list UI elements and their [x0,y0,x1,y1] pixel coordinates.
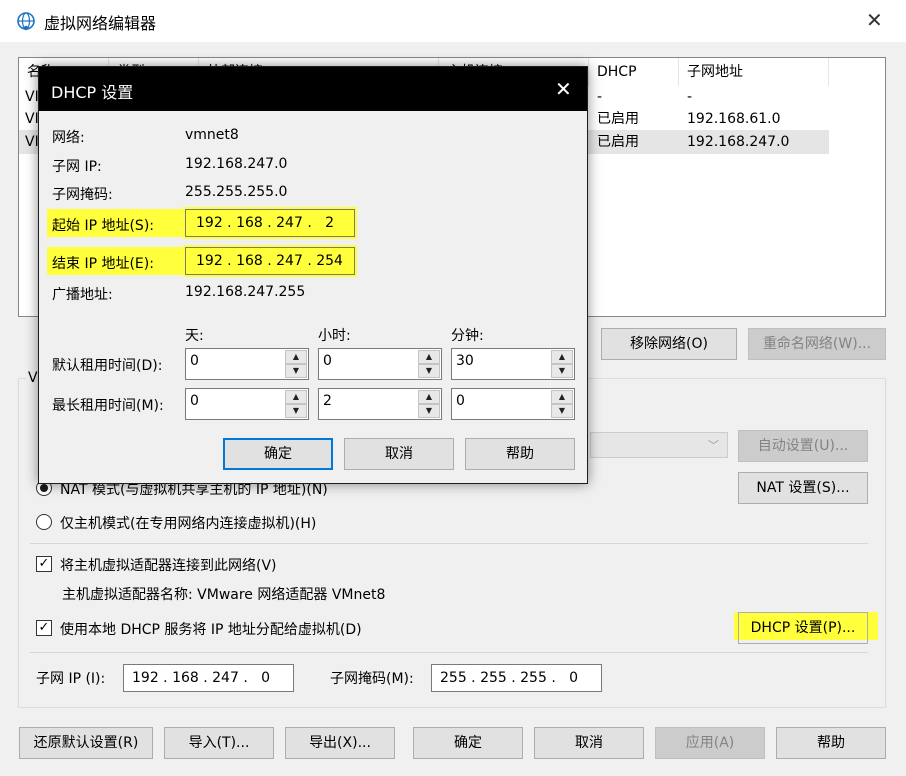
row-dhcp[interactable]: 已启用 [597,131,639,153]
export-button[interactable]: 导出(X)... [285,727,395,759]
spinner-value: 0 [323,353,332,369]
auto-settings-button[interactable]: 自动设置(U)... [738,430,868,462]
dialog-cancel-button[interactable]: 取消 [344,438,454,470]
restore-defaults-button[interactable]: 还原默认设置(R) [19,727,153,759]
default-lease-minutes-spinner[interactable]: 30 ▲ ▼ [451,348,575,380]
row-name[interactable]: VI [25,108,39,130]
use-dhcp-checkbox[interactable]: ✓ [36,620,52,636]
cancel-button[interactable]: 取消 [534,727,644,759]
network-label: 网络: [52,130,85,146]
end-ip-label: 结束 IP 地址(E): [52,256,154,272]
checkmark-icon: ✓ [38,620,50,635]
subnet-ip-input[interactable]: 192 . 168 . 247 . 0 [123,664,294,692]
subnet-ip-label: 子网 IP (I): [36,671,106,687]
dialog-title: DHCP 设置 [51,83,134,102]
arrow-down-icon[interactable]: ▼ [551,404,573,418]
row-subnet[interactable]: 192.168.247.0 [687,131,789,153]
column-header-dhcp[interactable]: DHCP [589,58,679,86]
spinner-value: 0 [190,393,199,409]
subnet-ip-value: 192.168.247.0 [185,156,288,172]
row-subnet[interactable]: 192.168.61.0 [687,108,781,130]
dhcp-settings-dialog: DHCP 设置 ✕ 网络: vmnet8 子网 IP: 192.168.247.… [38,66,588,484]
default-lease-days-spinner[interactable]: 0 ▲ ▼ [185,348,309,380]
divider [30,543,868,544]
hours-label: 小时: [318,328,351,344]
arrow-down-icon[interactable]: ▼ [551,364,573,378]
arrow-up-icon[interactable]: ▲ [418,350,440,364]
row-dhcp[interactable]: 已启用 [597,108,639,130]
host-only-radio[interactable] [36,514,52,530]
virtual-network-editor-window: 虚拟网络编辑器 ✕ 名称 类型 外部连接 主机连接 DHCP 子网地址 VI V… [0,0,906,776]
max-lease-days-spinner[interactable]: 0 ▲ ▼ [185,388,309,420]
spinner-value: 0 [456,393,465,409]
help-button[interactable]: 帮助 [776,727,886,759]
subnet-ip-label: 子网 IP: [52,159,102,175]
globe-icon [17,12,35,31]
broadcast-value: 192.168.247.255 [185,284,306,300]
default-lease-label: 默认租用时间(D): [52,358,163,374]
arrow-up-icon[interactable]: ▲ [285,390,307,404]
arrow-up-icon[interactable]: ▲ [418,390,440,404]
max-lease-minutes-spinner[interactable]: 0 ▲ ▼ [451,388,575,420]
arrow-up-icon[interactable]: ▲ [551,350,573,364]
max-lease-label: 最长租用时间(M): [52,398,164,414]
row-name[interactable]: VI [25,86,39,108]
arrow-down-icon[interactable]: ▼ [285,364,307,378]
apply-button[interactable]: 应用(A) [655,727,765,759]
arrow-down-icon[interactable]: ▼ [418,364,440,378]
spinner-value: 0 [190,353,199,369]
default-lease-hours-spinner[interactable]: 0 ▲ ▼ [318,348,442,380]
row-name[interactable]: VI [25,131,39,153]
dhcp-settings-button[interactable]: DHCP 设置(P)... [738,612,868,644]
subnet-mask-input[interactable]: 255 . 255 . 255 . 0 [431,664,602,692]
column-header-subnet[interactable]: 子网地址 [679,58,829,86]
remove-network-button[interactable]: 移除网络(O) [601,328,737,360]
dialog-title-bar: DHCP 设置 ✕ [39,67,587,111]
main-title-bar: 虚拟网络编辑器 ✕ [0,0,906,42]
checkmark-icon: ✓ [38,556,50,571]
ok-button[interactable]: 确定 [413,727,523,759]
arrow-up-icon[interactable]: ▲ [551,390,573,404]
subnet-mask-label: 子网掩码(M): [330,671,414,687]
max-lease-hours-spinner[interactable]: 2 ▲ ▼ [318,388,442,420]
arrow-down-icon[interactable]: ▼ [285,404,307,418]
days-label: 天: [185,328,204,344]
adapter-name-text: 主机虚拟适配器名称: VMware 网络适配器 VMnet8 [62,587,386,603]
row-subnet[interactable]: - [687,86,692,108]
minutes-label: 分钟: [451,328,484,344]
nat-settings-button[interactable]: NAT 设置(S)... [738,472,868,504]
use-dhcp-label[interactable]: 使用本地 DHCP 服务将 IP 地址分配给虚拟机(D) [60,619,362,639]
import-button[interactable]: 导入(T)... [164,727,274,759]
window-title: 虚拟网络编辑器 [44,14,157,33]
start-ip-input[interactable]: 192 . 168 . 247 . 2 [185,209,355,237]
end-ip-input[interactable]: 192 . 168 . 247 . 254 [185,247,355,275]
host-only-label[interactable]: 仅主机模式(在专用网络内连接虚拟机)(H) [60,513,316,533]
chevron-down-icon: ﹀ [708,439,719,452]
dialog-ok-button[interactable]: 确定 [223,438,333,470]
connect-adapter-label[interactable]: 将主机虚拟适配器连接到此网络(V) [60,555,277,575]
subnet-mask-value: 255.255.255.0 [185,184,288,200]
arrow-up-icon[interactable]: ▲ [285,350,307,364]
close-icon[interactable]: ✕ [866,10,883,30]
connect-adapter-checkbox[interactable]: ✓ [36,556,52,572]
subnet-mask-label: 子网掩码: [52,187,113,203]
rename-network-button[interactable]: 重命名网络(W)... [748,328,886,360]
divider [30,652,868,653]
bridge-target-dropdown[interactable]: ﹀ [590,432,728,458]
spinner-value: 2 [323,393,332,409]
spinner-value: 30 [456,353,474,369]
arrow-down-icon[interactable]: ▼ [418,404,440,418]
dialog-help-button[interactable]: 帮助 [465,438,575,470]
broadcast-label: 广播地址: [52,287,113,303]
start-ip-label: 起始 IP 地址(S): [52,218,154,234]
row-dhcp[interactable]: - [597,86,602,108]
close-icon[interactable]: ✕ [555,79,572,99]
network-value: vmnet8 [185,127,239,143]
